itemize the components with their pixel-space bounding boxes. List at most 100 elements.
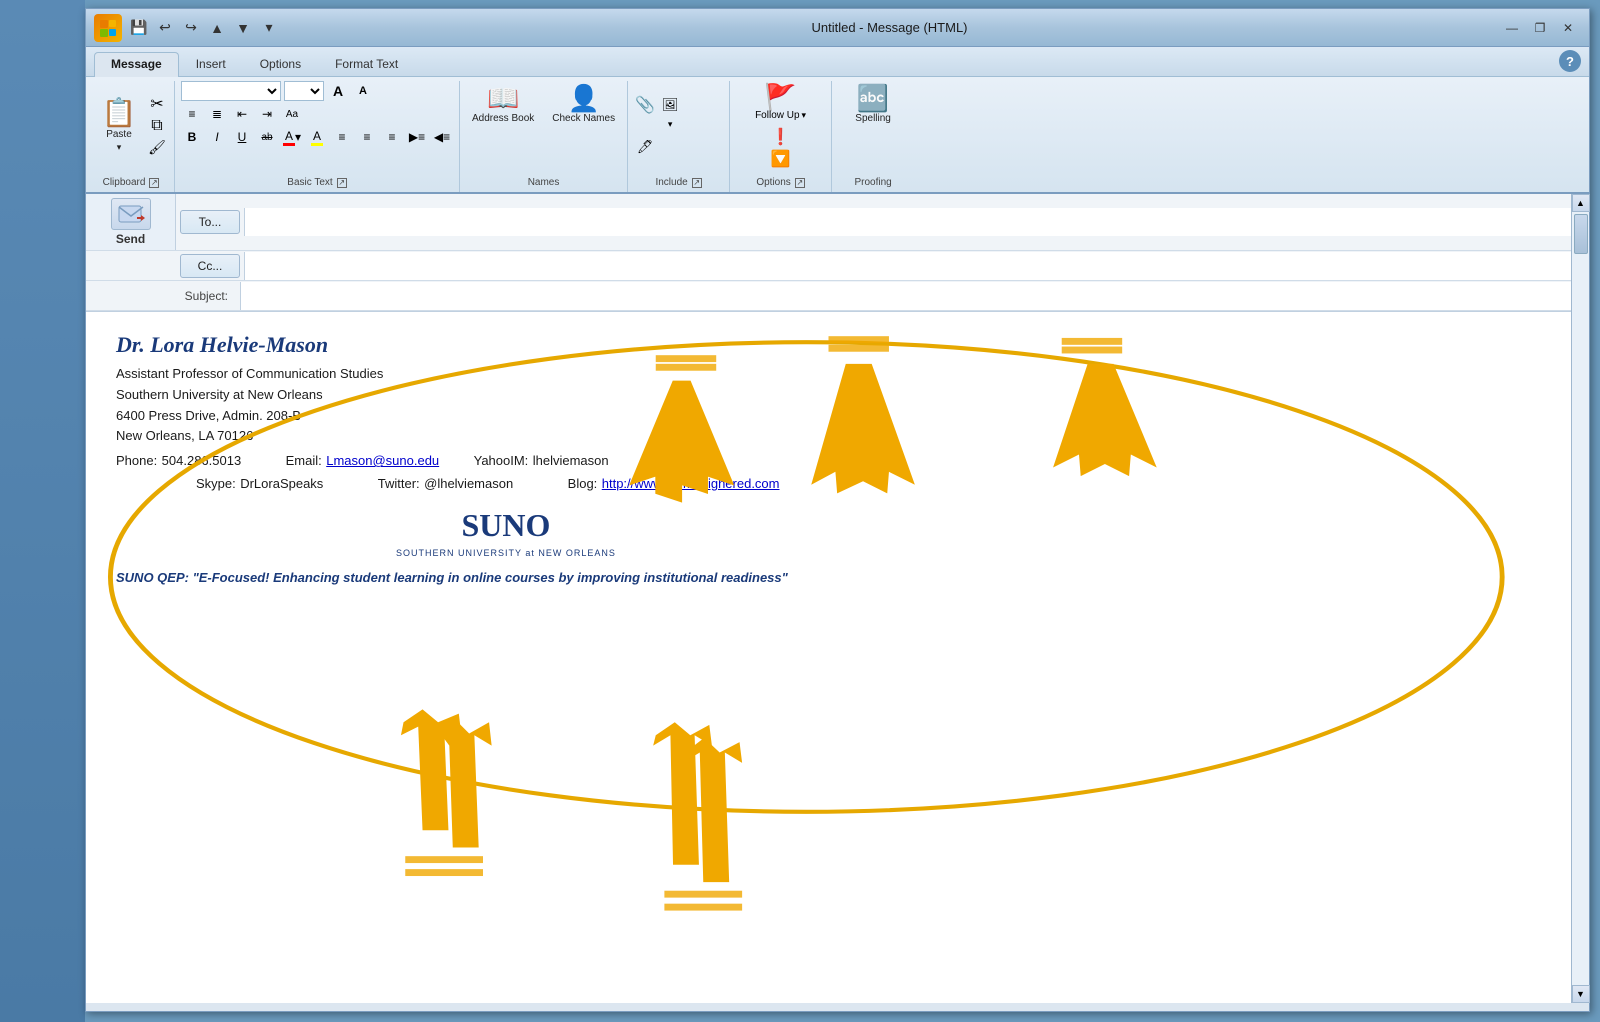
paste-dropdown: ▾ (117, 142, 122, 153)
scroll-down-button[interactable]: ▼ (1572, 985, 1590, 1003)
address-book-label: Address Book (472, 113, 534, 124)
outdent-button[interactable]: ◀≡ (431, 127, 453, 147)
send-button-area[interactable]: Send (86, 194, 176, 250)
signature-button[interactable]: 🖊 (634, 137, 656, 157)
importance-group: ❗ 🔽 (767, 126, 795, 170)
scroll-thumb[interactable] (1574, 214, 1588, 254)
low-importance-button[interactable]: 🔽 (767, 148, 795, 170)
suno-sub: SOUTHERN UNIVERSITY at NEW ORLEANS (396, 548, 616, 558)
format-painter-button[interactable]: 🖌 (146, 138, 168, 158)
font-row-3: B I U ab A▾ A ≡ ≡ ≡ ▶≡ ◀≡ (181, 127, 453, 147)
indent-button[interactable]: ▶≡ (406, 127, 428, 147)
tab-format-text[interactable]: Format Text (318, 52, 415, 77)
down-quick-btn[interactable]: ▼ (232, 17, 254, 39)
tab-insert[interactable]: Insert (179, 52, 243, 77)
restore-button[interactable]: ❐ (1527, 17, 1553, 39)
decrease-indent-button[interactable]: ⇤ (231, 104, 253, 124)
skype-label: Skype: (196, 476, 236, 491)
blog-value[interactable]: http://www.commhighered.com (602, 476, 780, 491)
cc-row: Cc... (86, 251, 1571, 281)
strikethrough-button[interactable]: ab (256, 127, 278, 147)
yahooim-value: lhelviemason (533, 453, 609, 468)
italic-button[interactable]: I (206, 127, 228, 147)
check-names-icon: 👤 (567, 85, 599, 111)
ribbon-group-names: 📖 Address Book 👤 Check Names Names (462, 81, 628, 192)
customize-quick-btn[interactable]: ▾ (258, 17, 280, 39)
font-color-dropdown[interactable]: A▾ (281, 127, 303, 147)
format-clear-button[interactable]: Aa (281, 104, 303, 124)
proofing-label: Proofing (838, 174, 908, 192)
list-bullet-button[interactable]: ≡ (181, 104, 203, 124)
spelling-label: Spelling (855, 113, 891, 124)
clipboard-right: ✂ ⧉ 🖌 (146, 81, 168, 170)
follow-up-button[interactable]: 🚩 Follow Up ▾ (749, 81, 812, 124)
font-size-select[interactable] (284, 81, 324, 101)
font-name-select[interactable] (181, 81, 281, 101)
options-expand[interactable]: ↗ (795, 178, 805, 188)
compose-wrapper: Send To... Cc... Subject: (86, 194, 1589, 1003)
align-center-button[interactable]: ≡ (356, 127, 378, 147)
title-bar-left: 💾 ↩ ↪ ▲ ▼ ▾ (94, 14, 280, 42)
include-content: 📎 🖼 ▾ 🖊 (634, 81, 723, 174)
clipboard-label: Clipboard ↗ (94, 174, 168, 192)
basic-text-expand[interactable]: ↗ (337, 178, 347, 188)
tab-options[interactable]: Options (243, 52, 318, 77)
send-label[interactable]: Send (116, 232, 145, 246)
copy-button[interactable]: ⧉ (146, 116, 168, 136)
high-importance-button[interactable]: ❗ (767, 126, 795, 148)
cc-button[interactable]: Cc... (180, 254, 240, 278)
up-quick-btn[interactable]: ▲ (206, 17, 228, 39)
underline-button[interactable]: U (231, 127, 253, 147)
ribbon-group-include: 📎 🖼 ▾ 🖊 Include ↗ (630, 81, 730, 192)
close-button[interactable]: ✕ (1555, 17, 1581, 39)
follow-up-label-row: Follow Up ▾ (755, 110, 806, 121)
desktop-sidebar (0, 0, 85, 1022)
cc-input[interactable] (244, 252, 1571, 280)
include-label: Include ↗ (634, 174, 723, 192)
redo-quick-btn[interactable]: ↪ (180, 17, 202, 39)
scroll-up-button[interactable]: ▲ (1572, 194, 1590, 212)
window-controls: — ❐ ✕ (1499, 17, 1581, 39)
send-icon (111, 198, 151, 230)
attach-item-button[interactable]: 🖼 (659, 95, 681, 115)
paste-label: Paste (106, 129, 132, 140)
follow-up-icon: 🚩 (764, 84, 796, 110)
address-book-button[interactable]: 📖 Address Book (466, 81, 540, 128)
include-expand[interactable]: ↗ (692, 178, 702, 188)
highlight-button[interactable]: A (306, 127, 328, 147)
phone-value: 504.286.5013 (162, 453, 242, 468)
font-row-2: ≡ ≣ ⇤ ⇥ Aa (181, 104, 303, 124)
list-num-button[interactable]: ≣ (206, 104, 228, 124)
undo-quick-btn[interactable]: ↩ (154, 17, 176, 39)
ribbon-group-basic-text: A A ≡ ≣ ⇤ ⇥ Aa B I U ab A▾ (177, 81, 460, 192)
include-row1: 📎 🖼 ▾ (634, 95, 681, 135)
spelling-button[interactable]: 🔤 Spelling (849, 81, 897, 128)
include-row2: 🖊 (634, 137, 656, 157)
paste-button[interactable]: 📋 Paste ▾ (94, 81, 144, 170)
signature-university: Southern University at New Orleans (116, 385, 1541, 406)
shrink-font-button[interactable]: A (352, 81, 374, 101)
to-input[interactable] (244, 208, 1571, 236)
font-row-1: A A (181, 81, 374, 101)
subject-input[interactable] (240, 282, 1571, 310)
attach-item-dropdown[interactable]: ▾ (659, 115, 681, 135)
attach-file-button[interactable]: 📎 (634, 95, 656, 115)
save-quick-btn[interactable]: 💾 (128, 17, 150, 39)
clipboard-expand[interactable]: ↗ (149, 178, 159, 188)
ribbon-group-clipboard: 📋 Paste ▾ ✂ ⧉ 🖌 Clipboard ↗ (90, 81, 175, 192)
increase-indent-button[interactable]: ⇥ (256, 104, 278, 124)
help-button[interactable]: ? (1559, 50, 1581, 72)
check-names-button[interactable]: 👤 Check Names (546, 81, 621, 128)
align-left-button[interactable]: ≡ (331, 127, 353, 147)
email-value[interactable]: Lmason@suno.edu (326, 453, 439, 468)
tab-message[interactable]: Message (94, 52, 179, 77)
minimize-button[interactable]: — (1499, 17, 1525, 39)
cut-button[interactable]: ✂ (146, 94, 168, 114)
bold-button[interactable]: B (181, 127, 203, 147)
twitter-value: @lhelviemason (424, 476, 513, 491)
to-button[interactable]: To... (180, 210, 240, 234)
email-body[interactable]: Dr. Lora Helvie-Mason Assistant Professo… (86, 312, 1571, 1003)
email-fields: Send To... Cc... Subject: (86, 194, 1571, 312)
grow-font-button[interactable]: A (327, 81, 349, 101)
align-right-button[interactable]: ≡ (381, 127, 403, 147)
